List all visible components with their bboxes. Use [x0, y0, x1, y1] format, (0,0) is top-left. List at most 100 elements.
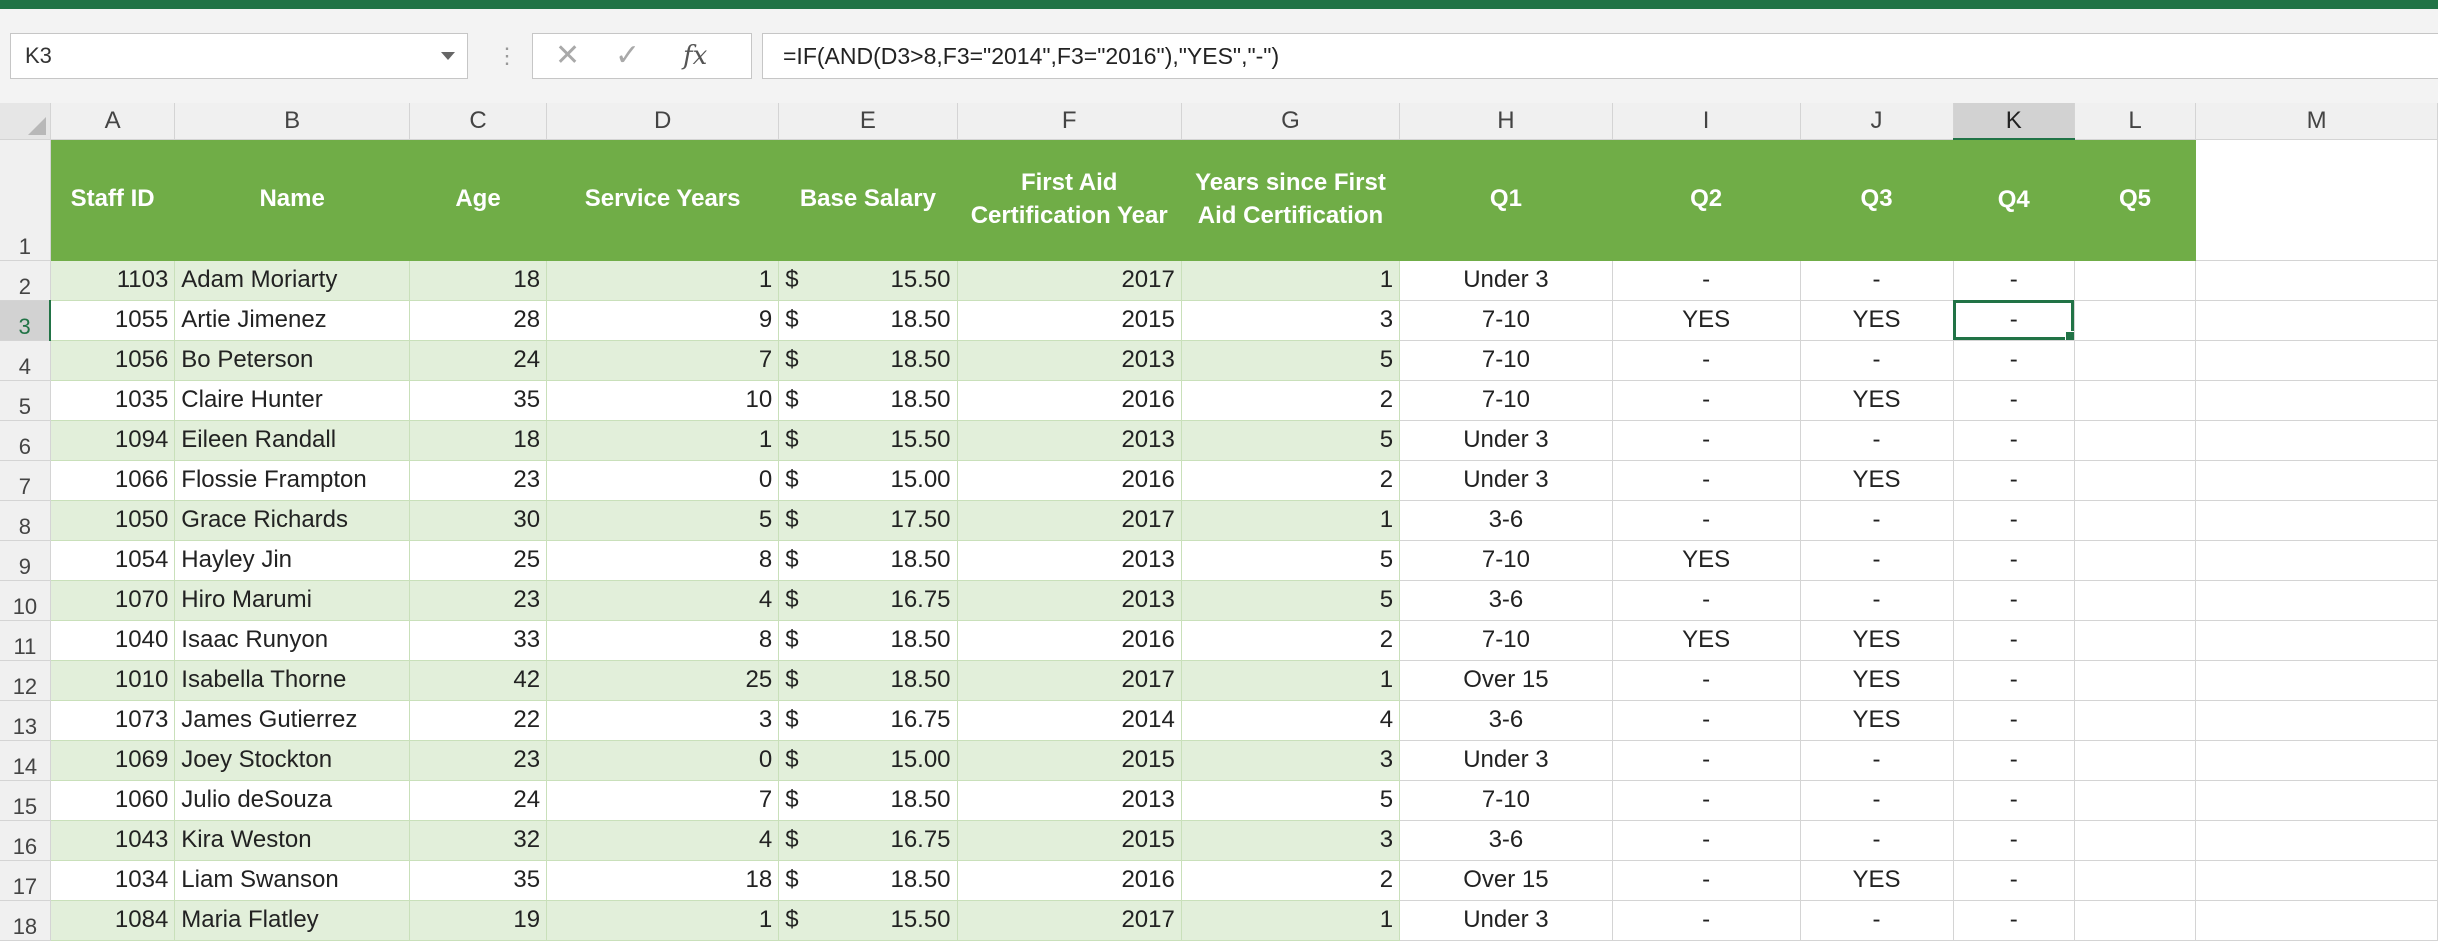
cell-name[interactable]: James Gutierrez [174, 700, 410, 741]
row-header[interactable]: 13 [0, 700, 51, 741]
cell-base-salary[interactable]: $18.50 [778, 620, 958, 661]
cell-q5[interactable] [2074, 620, 2197, 661]
cell-service-years[interactable]: 5 [546, 500, 780, 541]
cell-age[interactable]: 23 [409, 740, 548, 781]
cell-base-salary[interactable]: $15.50 [778, 260, 958, 301]
header-name[interactable]: Name [174, 139, 410, 261]
cell-q5[interactable] [2074, 260, 2197, 301]
column-header-m[interactable]: M [2195, 103, 2438, 140]
cell-q2[interactable]: - [1612, 380, 1801, 421]
cell-q5[interactable] [2074, 460, 2197, 501]
cell-m[interactable] [2195, 780, 2438, 821]
cell-q4[interactable]: - [1953, 340, 2075, 381]
cell-q5[interactable] [2074, 420, 2197, 461]
header-q2[interactable]: Q2 [1612, 139, 1801, 261]
cell-m[interactable] [2195, 300, 2438, 341]
cell-service-years[interactable]: 1 [546, 260, 780, 301]
cell-first-aid-year[interactable]: 2016 [957, 460, 1182, 501]
cell-q5[interactable] [2074, 740, 2197, 781]
cell-q2[interactable]: - [1612, 780, 1801, 821]
cell-q1[interactable]: Under 3 [1399, 740, 1613, 781]
cell-q1[interactable]: 7-10 [1399, 780, 1613, 821]
cell-q4[interactable]: - [1953, 580, 2075, 621]
cell-staff-id[interactable]: 1010 [50, 660, 176, 701]
cell-name[interactable]: Flossie Frampton [174, 460, 410, 501]
cell-m[interactable] [2195, 660, 2438, 701]
cell-q2[interactable]: YES [1612, 620, 1801, 661]
cell-q4[interactable]: - [1953, 860, 2075, 901]
row-header[interactable]: 15 [0, 780, 51, 821]
cell-q3[interactable]: - [1800, 500, 1954, 541]
cell-q5[interactable] [2074, 300, 2197, 341]
cell-staff-id[interactable]: 1034 [50, 860, 176, 901]
insert-function-icon[interactable]: fx [683, 40, 707, 72]
cell-q4[interactable]: - [1953, 620, 2075, 661]
header-years-since[interactable]: Years since First Aid Certification [1181, 139, 1401, 261]
cell-q2[interactable]: - [1612, 460, 1801, 501]
row-header[interactable]: 7 [0, 460, 51, 501]
cell-name[interactable]: Hiro Marumi [174, 580, 410, 621]
row-header[interactable]: 14 [0, 740, 51, 781]
cell-m[interactable] [2195, 860, 2438, 901]
cell-q5[interactable] [2074, 380, 2197, 421]
row-header[interactable]: 9 [0, 540, 51, 581]
cell-years-since[interactable]: 2 [1181, 380, 1401, 421]
cell-q1[interactable]: Under 3 [1399, 900, 1613, 941]
cell-staff-id[interactable]: 1084 [50, 900, 176, 941]
cell-m1[interactable] [2195, 139, 2438, 261]
cell-base-salary[interactable]: $18.50 [778, 540, 958, 581]
cell-base-salary[interactable]: $18.50 [778, 340, 958, 381]
cell-service-years[interactable]: 4 [546, 580, 780, 621]
row-header[interactable]: 11 [0, 620, 51, 661]
cell-q3[interactable]: YES [1800, 620, 1954, 661]
cell-service-years[interactable]: 4 [546, 820, 780, 861]
cell-q2[interactable]: - [1612, 740, 1801, 781]
cell-q5[interactable] [2074, 820, 2197, 861]
cell-base-salary[interactable]: $15.50 [778, 900, 958, 941]
cell-service-years[interactable]: 8 [546, 620, 780, 661]
row-header[interactable]: 8 [0, 500, 51, 541]
cell-q4[interactable]: - [1953, 260, 2075, 301]
cell-first-aid-year[interactable]: 2015 [957, 740, 1182, 781]
row-header[interactable]: 17 [0, 860, 51, 901]
cell-base-salary[interactable]: $18.50 [778, 300, 958, 341]
cell-service-years[interactable]: 1 [546, 900, 780, 941]
cell-q2[interactable]: - [1612, 340, 1801, 381]
cell-name[interactable]: Liam Swanson [174, 860, 410, 901]
cell-q2[interactable]: - [1612, 860, 1801, 901]
column-header-k[interactable]: K [1953, 103, 2075, 140]
cell-q3[interactable]: - [1800, 740, 1954, 781]
column-header-c[interactable]: C [409, 103, 548, 140]
active-cell-k3[interactable]: - [1953, 300, 2075, 341]
cell-q4[interactable]: - [1953, 780, 2075, 821]
cell-q3[interactable]: - [1800, 420, 1954, 461]
cell-base-salary[interactable]: $16.75 [778, 820, 958, 861]
cell-q3[interactable]: - [1800, 900, 1954, 941]
cell-q2[interactable]: - [1612, 660, 1801, 701]
cell-name[interactable]: Isaac Runyon [174, 620, 410, 661]
cell-age[interactable]: 25 [409, 540, 548, 581]
cell-q1[interactable]: Over 15 [1399, 660, 1613, 701]
cell-q2[interactable]: - [1612, 820, 1801, 861]
formula-bar-grip-icon[interactable]: ⋮ [496, 43, 518, 69]
cell-name[interactable]: Claire Hunter [174, 380, 410, 421]
cell-first-aid-year[interactable]: 2013 [957, 540, 1182, 581]
cell-years-since[interactable]: 1 [1181, 500, 1401, 541]
row-header[interactable]: 2 [0, 260, 51, 301]
cell-staff-id[interactable]: 1055 [50, 300, 176, 341]
row-header[interactable]: 18 [0, 900, 51, 941]
cell-service-years[interactable]: 1 [546, 420, 780, 461]
cell-age[interactable]: 19 [409, 900, 548, 941]
cell-first-aid-year[interactable]: 2017 [957, 500, 1182, 541]
cell-name[interactable]: Isabella Thorne [174, 660, 410, 701]
cell-q4[interactable]: - [1953, 500, 2075, 541]
cell-service-years[interactable]: 7 [546, 340, 780, 381]
cell-years-since[interactable]: 1 [1181, 660, 1401, 701]
cell-m[interactable] [2195, 380, 2438, 421]
cell-age[interactable]: 18 [409, 420, 548, 461]
cell-first-aid-year[interactable]: 2017 [957, 900, 1182, 941]
fill-handle[interactable] [2064, 330, 2074, 339]
cell-staff-id[interactable]: 1066 [50, 460, 176, 501]
cell-q1[interactable]: 3-6 [1399, 700, 1613, 741]
cell-years-since[interactable]: 1 [1181, 260, 1401, 301]
